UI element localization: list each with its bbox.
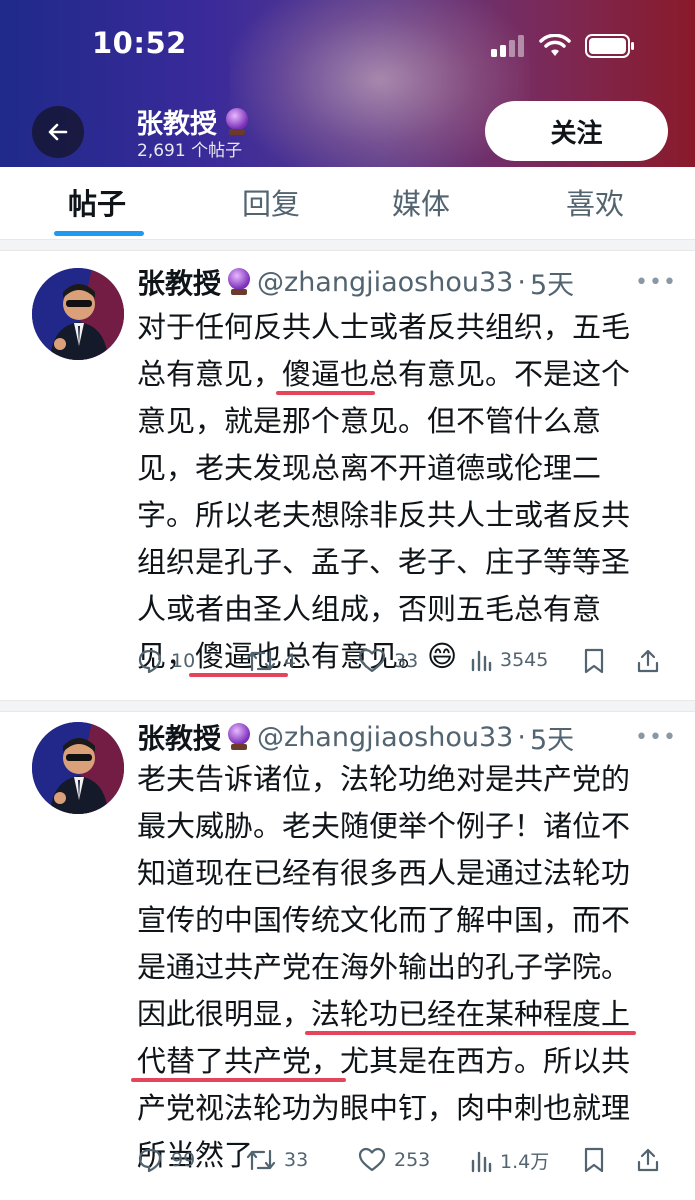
post-author[interactable]: 张教授 — [137, 717, 221, 757]
views-chart-icon — [471, 1151, 492, 1172]
like-count: 253 — [394, 1149, 431, 1171]
battery-icon — [585, 34, 634, 58]
reply-icon — [138, 649, 162, 674]
repost-button[interactable]: 4 — [246, 648, 296, 674]
like-button[interactable]: 33 — [358, 648, 418, 674]
post-text: 对于任何反共人士或者反共组织，五毛 总有意见，傻逼也总有意见。不是这个 意见，就… — [137, 304, 667, 680]
signal-icon — [491, 35, 524, 57]
views-button[interactable]: 3545 — [470, 648, 548, 672]
reply-button[interactable]: 10 — [137, 648, 195, 674]
reply-button[interactable]: 99 — [137, 1147, 195, 1173]
crystal-ball-icon — [228, 268, 251, 295]
share-icon — [637, 1148, 659, 1172]
status-time: 10:52 — [92, 26, 187, 60]
post-actions: 10 4 33 3545 — [0, 648, 695, 688]
follow-button[interactable]: 关注 — [485, 101, 668, 161]
post-author[interactable]: 张教授 — [137, 262, 221, 302]
post-time[interactable]: 5天 — [530, 718, 574, 757]
text-segment: 总有意见。不是这个 — [369, 357, 631, 391]
text-line: 是通过共产党在海外输出的孔子学院。 — [137, 950, 631, 984]
like-button[interactable]: 253 — [358, 1147, 430, 1173]
like-count: 33 — [394, 650, 419, 672]
repost-count: 33 — [284, 1149, 309, 1171]
status-icons — [491, 34, 635, 58]
avatar[interactable] — [32, 722, 124, 814]
heart-icon — [358, 648, 386, 673]
repost-icon — [246, 650, 276, 672]
text-line: 老夫告诉诸位，法轮功绝对是共产党的 — [137, 762, 631, 796]
text-line: 宣传的中国传统文化而了解中国，而不 — [137, 903, 631, 937]
post-header: 张教授 @zhangjiaoshou33 · 5天 — [137, 717, 574, 757]
text-line: 人或者由圣人组成，否则五毛总有意 — [137, 592, 602, 626]
post-time[interactable]: 5天 — [530, 263, 574, 302]
post-handle[interactable]: @zhangjiaoshou33 — [257, 722, 513, 753]
profile-tabs: 帖子 回复 媒体 喜欢 — [0, 167, 695, 240]
reply-count: 99 — [171, 1149, 196, 1171]
time-separator: · — [517, 721, 526, 753]
post-actions: 99 33 253 1.4万 — [0, 1147, 695, 1187]
tab-posts[interactable]: 帖子 — [68, 181, 126, 225]
bookmark-icon — [584, 1147, 604, 1173]
views-chart-icon — [471, 650, 492, 672]
post-count: 2,691 个帖子 — [137, 141, 243, 161]
text-segment: 总有意见， — [137, 357, 283, 391]
view-count: 1.4万 — [500, 1151, 550, 1173]
tab-likes[interactable]: 喜欢 — [566, 181, 624, 225]
text-line: 知道现在已经有很多西人是通过法轮功 — [137, 856, 631, 890]
back-button[interactable] — [32, 106, 84, 158]
text-line: 意见，就是那个意见。但不管什么意 — [137, 404, 602, 438]
underlined-text: 法轮功已经在某种程度上 — [311, 997, 631, 1031]
active-tab-indicator — [54, 231, 144, 236]
repost-button[interactable]: 33 — [246, 1147, 308, 1173]
text-segment: 因此很明显， — [137, 997, 312, 1031]
more-options-icon[interactable]: ••• — [635, 725, 677, 750]
post-handle[interactable]: @zhangjiaoshou33 — [257, 267, 513, 298]
tab-replies[interactable]: 回复 — [242, 181, 300, 225]
more-options-icon[interactable]: ••• — [635, 270, 677, 295]
view-count: 3545 — [500, 649, 549, 671]
underlined-text: 傻逼也 — [282, 357, 370, 391]
share-icon — [637, 649, 659, 673]
bookmark-icon — [584, 648, 604, 674]
avatar-image — [32, 722, 124, 814]
crystal-ball-icon — [228, 723, 251, 750]
profile-header-banner: 10:52 张教授 2,691 个帖子 关注 — [0, 0, 695, 167]
text-line: 总有意见，傻逼也总有意见。不是这个 — [137, 351, 667, 398]
post-header: 张教授 @zhangjiaoshou33 · 5天 — [137, 262, 574, 302]
share-button[interactable] — [636, 648, 660, 674]
text-line: 代替了共产党，尤其是在西方。所以共 — [137, 1038, 667, 1085]
post-card[interactable]: 张教授 @zhangjiaoshou33 · 5天 ••• 老夫告诉诸位，法轮功绝对… — [0, 711, 695, 1200]
text-line: 对于任何反共人士或者反共组织，五毛 — [137, 310, 631, 344]
repost-count: 4 — [284, 650, 297, 672]
heart-icon — [358, 1147, 386, 1172]
bookmark-button[interactable] — [583, 648, 605, 674]
time-separator: · — [517, 266, 526, 298]
text-line: 见，老夫发现总离不开道德或伦理二 — [137, 451, 602, 485]
share-button[interactable] — [636, 1147, 660, 1173]
bookmark-button[interactable] — [583, 1147, 605, 1173]
wifi-icon — [539, 34, 571, 56]
text-segment: 尤其是在西方。所以共 — [340, 1044, 631, 1078]
avatar-image — [32, 268, 124, 360]
avatar[interactable] — [32, 268, 124, 360]
underlined-text: 代替了共产党， — [137, 1044, 341, 1078]
text-line: 产党视法轮功为眼中钉，肉中刺也就理 — [137, 1091, 631, 1125]
text-line: 组织是孔子、孟子、老子、庄子等等圣 — [137, 545, 631, 579]
post-text: 老夫告诉诸位，法轮功绝对是共产党的 最大威胁。老夫随便举个例子！诸位不 知道现在… — [137, 756, 667, 1179]
tab-media[interactable]: 媒体 — [392, 181, 450, 225]
repost-icon — [246, 1149, 276, 1171]
text-line: 最大威胁。老夫随便举个例子！诸位不 — [137, 809, 631, 843]
crystal-ball-icon — [226, 107, 248, 135]
post-card[interactable]: 张教授 @zhangjiaoshou33 · 5天 ••• 对于任何反共人士或者反共… — [0, 250, 695, 700]
arrow-left-icon — [48, 123, 68, 141]
text-line: 字。所以老夫想除非反共人士或者反共 — [137, 498, 631, 532]
views-button[interactable]: 1.4万 — [470, 1147, 549, 1174]
banner-glow — [230, 0, 530, 167]
reply-icon — [138, 1148, 162, 1173]
text-line: 因此很明显，法轮功已经在某种程度上 — [137, 991, 667, 1038]
reply-count: 10 — [171, 650, 196, 672]
